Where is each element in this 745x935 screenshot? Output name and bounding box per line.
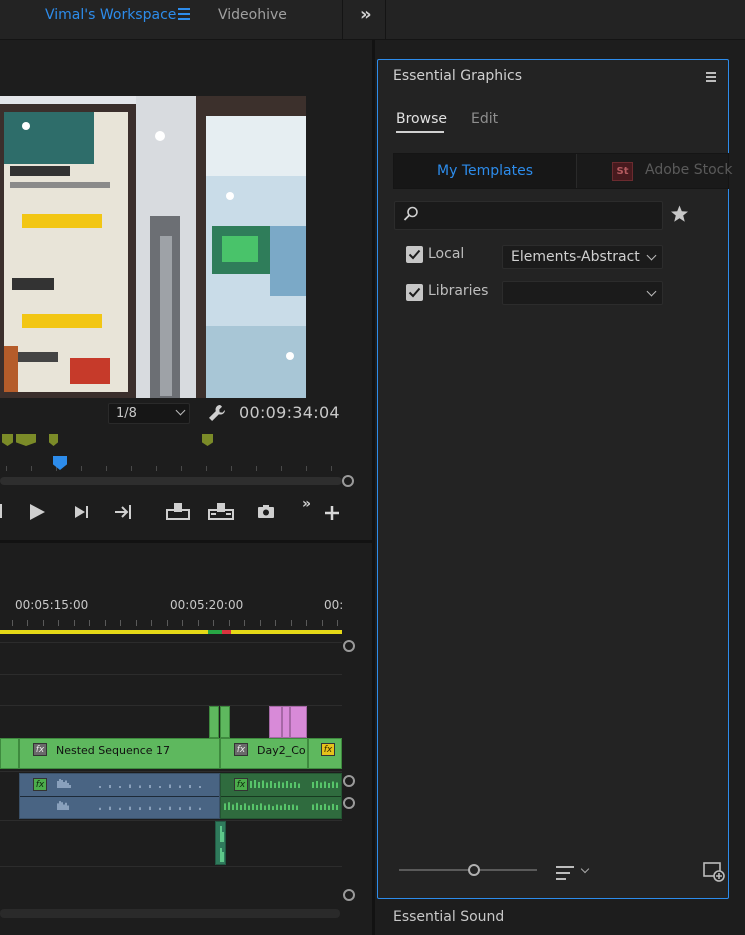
libraries-dropdown[interactable] — [502, 281, 663, 305]
local-checkbox[interactable] — [406, 246, 423, 263]
video-clip[interactable] — [0, 738, 19, 769]
panel-divider[interactable] — [372, 40, 375, 935]
slider-handle[interactable] — [468, 864, 480, 876]
chevron-down-icon — [646, 250, 657, 261]
video-clip[interactable]: fx — [308, 738, 342, 769]
local-folder-value: Elements-Abstract — [511, 249, 640, 265]
audio-clip[interactable]: fx — [220, 773, 342, 819]
track-divider — [0, 866, 342, 867]
search-input[interactable] — [422, 204, 658, 226]
panel-title[interactable]: Essential Graphics — [393, 68, 522, 84]
adobe-stock-icon: St — [612, 162, 633, 181]
step-back-icon[interactable] — [0, 504, 4, 522]
step-forward-icon[interactable] — [74, 505, 90, 523]
star-icon[interactable] — [670, 205, 689, 227]
track-divider — [0, 674, 342, 675]
panel-menu-icon[interactable] — [706, 72, 716, 82]
more-workspaces-icon[interactable]: » — [360, 4, 372, 25]
timeline-timecode: 00:05:15:00 — [15, 598, 89, 612]
track-divider — [0, 820, 342, 821]
clip-label: Nested Sequence 17 — [56, 744, 171, 757]
video-clip[interactable] — [220, 706, 230, 738]
play-icon[interactable] — [28, 503, 46, 525]
my-templates-tab[interactable]: My Templates — [394, 154, 577, 188]
track-divider — [0, 642, 342, 643]
video-clip[interactable] — [209, 706, 219, 738]
day2-clip[interactable]: fx Day2_Co — [220, 738, 308, 769]
graphic-clip[interactable] — [290, 706, 307, 738]
timeline-horizontal-scrollbar[interactable] — [0, 909, 340, 918]
wrench-icon[interactable] — [208, 404, 226, 426]
chevron-down-icon — [646, 286, 657, 297]
clip-label: Day2_Co — [257, 744, 306, 757]
fx-badge: fx — [321, 743, 335, 756]
new-layer-icon[interactable] — [703, 862, 725, 886]
workspace-menu-icon[interactable] — [178, 8, 190, 22]
graphic-clip[interactable] — [282, 706, 290, 738]
libraries-checkbox[interactable] — [406, 284, 423, 301]
search-icon — [403, 206, 419, 226]
zoom-level-value: 1/8 — [116, 406, 137, 421]
scroll-handle[interactable] — [342, 475, 354, 487]
libraries-label: Libraries — [428, 283, 489, 299]
workspace-tab-active[interactable]: Vimal's Workspace — [45, 7, 176, 23]
timeline-timecode: 00:05:20:00 — [170, 598, 244, 612]
render-status-red — [222, 630, 231, 634]
timeline-timecode: 00: — [324, 598, 344, 612]
render-status-green — [208, 630, 222, 634]
track-scroll-handle[interactable] — [343, 775, 355, 787]
timeline-ruler[interactable] — [0, 616, 342, 628]
track-scroll-handle[interactable] — [343, 889, 355, 901]
tab-browse[interactable]: Browse — [396, 111, 447, 127]
track-scroll-handle[interactable] — [343, 797, 355, 809]
local-label: Local — [428, 246, 465, 262]
track-divider — [0, 771, 342, 772]
zoom-scroll-bar[interactable] — [0, 477, 342, 485]
playhead-timecode[interactable]: 00:09:34:04 — [239, 403, 340, 422]
nested-sequence-clip[interactable]: fx Nested Sequence 17 — [19, 738, 220, 769]
fx-badge: fx — [33, 743, 47, 756]
audio-clip[interactable]: fx — [19, 773, 220, 819]
adobe-stock-tab[interactable]: Adobe Stock — [645, 162, 732, 178]
divider — [385, 0, 386, 40]
zoom-level-select[interactable]: 1/8 — [108, 403, 190, 424]
track-scroll-handle[interactable] — [343, 640, 355, 652]
sort-icon[interactable] — [555, 865, 575, 885]
add-button-icon[interactable] — [325, 506, 339, 524]
extract-icon[interactable] — [208, 502, 234, 524]
active-tab-underline — [396, 131, 444, 133]
chevron-down-icon — [175, 405, 186, 416]
local-folder-dropdown[interactable]: Elements-Abstract — [502, 245, 663, 269]
camera-icon[interactable] — [257, 504, 275, 523]
more-buttons-icon[interactable]: » — [302, 496, 311, 512]
divider — [342, 0, 343, 40]
workspace-tab-videohive[interactable]: Videohive — [218, 7, 287, 23]
essential-sound-title[interactable]: Essential Sound — [393, 909, 504, 925]
audio-clip[interactable] — [215, 821, 226, 865]
lift-icon[interactable] — [166, 502, 190, 524]
go-to-out-icon[interactable] — [114, 504, 134, 524]
monitor-time-ruler[interactable] — [0, 458, 345, 472]
work-area-bar[interactable] — [0, 630, 342, 634]
video-preview — [0, 96, 306, 398]
fx-badge: fx — [234, 743, 248, 756]
graphic-clip[interactable] — [269, 706, 282, 738]
tab-edit[interactable]: Edit — [471, 111, 498, 127]
